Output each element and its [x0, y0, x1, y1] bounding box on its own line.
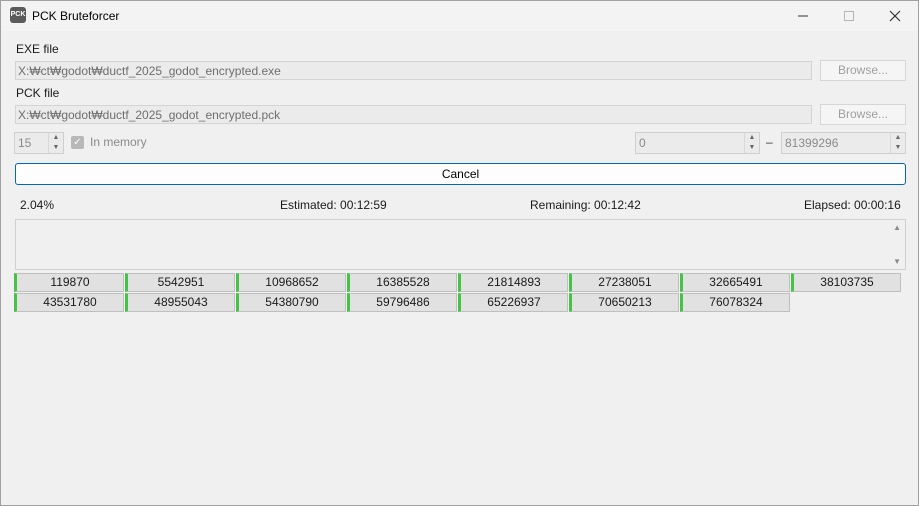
cancel-button[interactable]: Cancel [15, 163, 906, 185]
threads-spinbox: 15 ▲ ▼ [14, 132, 64, 154]
maximize-icon [844, 11, 854, 21]
close-icon [889, 10, 901, 22]
maximize-button [826, 1, 872, 31]
range-start-spin-arrows: ▲ ▼ [744, 133, 759, 153]
exe-file-label: EXE file [16, 42, 59, 56]
range-end-spinbox: 81399296 ▲ ▼ [781, 132, 906, 154]
in-memory-label: In memory [90, 135, 147, 149]
result-cell: 54380790 [236, 293, 346, 312]
progress-percent: 2.04% [20, 198, 55, 212]
minimize-button[interactable] [780, 1, 826, 31]
threads-spin-arrows: ▲ ▼ [48, 133, 63, 153]
spin-up-icon: ▲ [748, 134, 756, 141]
spin-up-icon: ▲ [52, 134, 60, 141]
range-start-value: 0 [639, 136, 646, 150]
checkmark-icon: ✓ [73, 137, 82, 148]
result-cell: 119870 [14, 273, 124, 292]
result-cell: 32665491 [680, 273, 790, 292]
result-cell: 70650213 [569, 293, 679, 312]
exe-browse-button: Browse... [820, 60, 906, 81]
range-start-spinbox: 0 ▲ ▼ [635, 132, 760, 154]
result-cell: 43531780 [14, 293, 124, 312]
result-cell: 21814893 [458, 273, 568, 292]
pck-app-icon: PCK [10, 7, 26, 23]
result-cell: 59796486 [347, 293, 457, 312]
range-end-spin-arrows: ▲ ▼ [890, 133, 905, 153]
result-cell: 38103735 [791, 273, 901, 292]
pck-path-field: X:₩ct₩godot₩ductf_2025_godot_encrypted.p… [15, 105, 812, 124]
result-cell: 5542951 [125, 273, 235, 292]
pck-file-label: PCK file [16, 86, 60, 100]
range-end-value: 81399296 [785, 136, 839, 150]
close-button[interactable] [872, 1, 918, 31]
result-cell: 65226937 [458, 293, 568, 312]
spin-up-icon: ▲ [894, 134, 902, 141]
window-title: PCK Bruteforcer [32, 9, 120, 23]
threads-value: 15 [18, 136, 32, 150]
result-cell: 27238051 [569, 273, 679, 292]
estimated-time: Estimated: 00:12:59 [280, 198, 387, 212]
pck-browse-button: Browse... [820, 104, 906, 125]
result-cell: 10968652 [236, 273, 346, 292]
result-cell: 76078324 [680, 293, 790, 312]
range-separator: – [766, 135, 773, 149]
log-output[interactable]: ▲ ▼ [15, 219, 906, 270]
minimize-icon [798, 15, 808, 17]
spin-down-icon: ▼ [748, 144, 756, 151]
app-window: PCK PCK Bruteforcer EXE file X:₩ct₩godot… [0, 0, 919, 506]
spin-down-icon: ▼ [52, 144, 60, 151]
elapsed-time: Elapsed: 00:00:16 [804, 198, 901, 212]
remaining-time: Remaining: 00:12:42 [530, 198, 641, 212]
exe-path-field: X:₩ct₩godot₩ductf_2025_godot_encrypted.e… [15, 61, 812, 80]
in-memory-checkbox: ✓ [71, 136, 84, 149]
result-cell: 16385528 [347, 273, 457, 292]
title-bar[interactable]: PCK PCK Bruteforcer [1, 1, 918, 31]
result-cell: 48955043 [125, 293, 235, 312]
scroll-up-icon[interactable]: ▲ [893, 223, 901, 232]
scroll-down-icon[interactable]: ▼ [893, 257, 901, 266]
spin-down-icon: ▼ [894, 144, 902, 151]
